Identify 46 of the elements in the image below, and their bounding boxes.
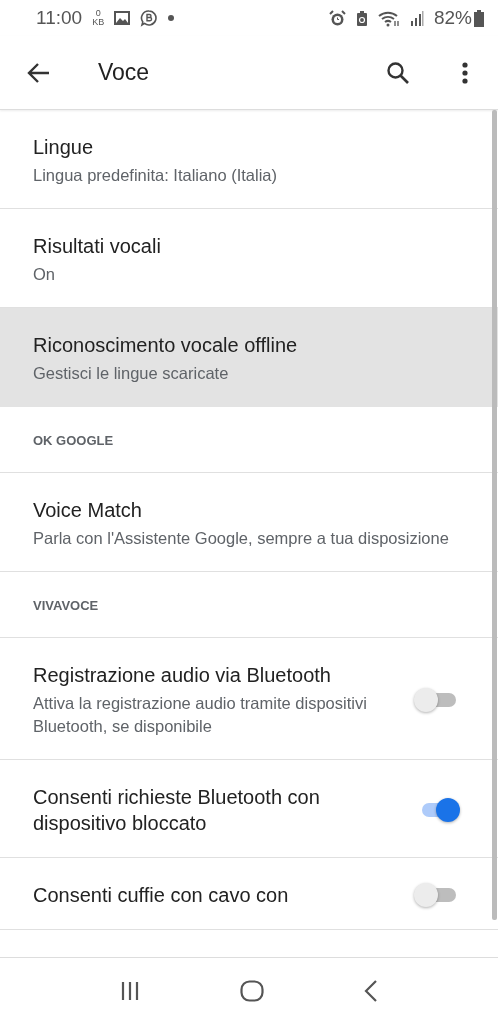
image-icon: [114, 11, 131, 25]
home-button[interactable]: [240, 980, 264, 1002]
section-header: OK GOOGLE: [0, 407, 498, 473]
setting-summary: Lingua predefinita: Italiano (Italia): [33, 165, 278, 186]
clock-time: 11:00: [36, 7, 83, 29]
settings-item[interactable]: Riconoscimento vocale offline Gestisci le lingue scaricate: [0, 308, 498, 407]
setting-title: Lingue: [33, 135, 95, 160]
more-options-icon: [462, 61, 468, 84]
more-options-button[interactable]: [462, 61, 468, 84]
section-header: VIVAVOCE: [0, 572, 498, 638]
settings-item[interactable]: Voice Match Parla con l'Assistente Google, sempre a tua disposizione: [0, 473, 498, 572]
setting-title: Registrazione audio via Bluetooth: [33, 663, 332, 688]
setting-title: Risultati vocali: [33, 234, 162, 259]
setting-summary: Parla con l'Assistente Google, sempre a tua disposizione: [33, 528, 450, 549]
back-button[interactable]: [364, 980, 378, 1002]
data-speed-value: 0: [95, 9, 101, 18]
battery-percent: 82%: [433, 7, 472, 29]
back-button[interactable]: [26, 61, 50, 84]
battery-saver-icon: [355, 9, 368, 27]
settings-item[interactable]: Consenti richieste Bluetooth con dispositivo bloccato: [0, 760, 498, 858]
settings-item[interactable]: Consenti cuffie con cavo con: [0, 858, 498, 930]
back-arrow-icon: [26, 61, 50, 84]
settings-item[interactable]: Lingue Lingua predefinita: Italiano (Italia): [0, 110, 498, 209]
signal-icon: [409, 10, 424, 26]
data-speed-unit: KB: [92, 18, 105, 27]
back-chevron-icon: [364, 980, 378, 1002]
setting-summary: Attiva la registrazione audio tramite dispositivi Bluetooth, se disponibile: [33, 693, 368, 737]
chat-bubble-icon: [140, 9, 159, 27]
setting-title: Consenti richieste Bluetooth con dispositivo bloccato: [33, 785, 321, 836]
search-icon: [386, 60, 410, 85]
alarm-clock-icon: [328, 9, 346, 27]
home-icon: [240, 980, 264, 1002]
scrollbar[interactable]: [492, 110, 497, 920]
setting-title: Riconoscimento vocale offline: [33, 333, 299, 358]
setting-title: Consenti cuffie con cavo con: [33, 883, 290, 908]
setting-summary: On: [33, 264, 56, 285]
search-button[interactable]: [386, 60, 410, 85]
dot-icon: [168, 15, 175, 21]
recent-apps-icon: [120, 981, 140, 1001]
wifi-icon: [377, 9, 400, 27]
setting-title: Voice Match: [33, 498, 143, 523]
setting-summary: Gestisci le lingue scaricate: [33, 363, 230, 384]
screen-title: Voce: [98, 59, 151, 86]
battery-icon: [474, 9, 484, 27]
recent-apps-button[interactable]: [120, 981, 140, 1001]
settings-item[interactable]: Registrazione audio via Bluetooth Attiva la registrazione audio tramite dispositivi Bluetooth, se disponibile: [0, 638, 498, 760]
